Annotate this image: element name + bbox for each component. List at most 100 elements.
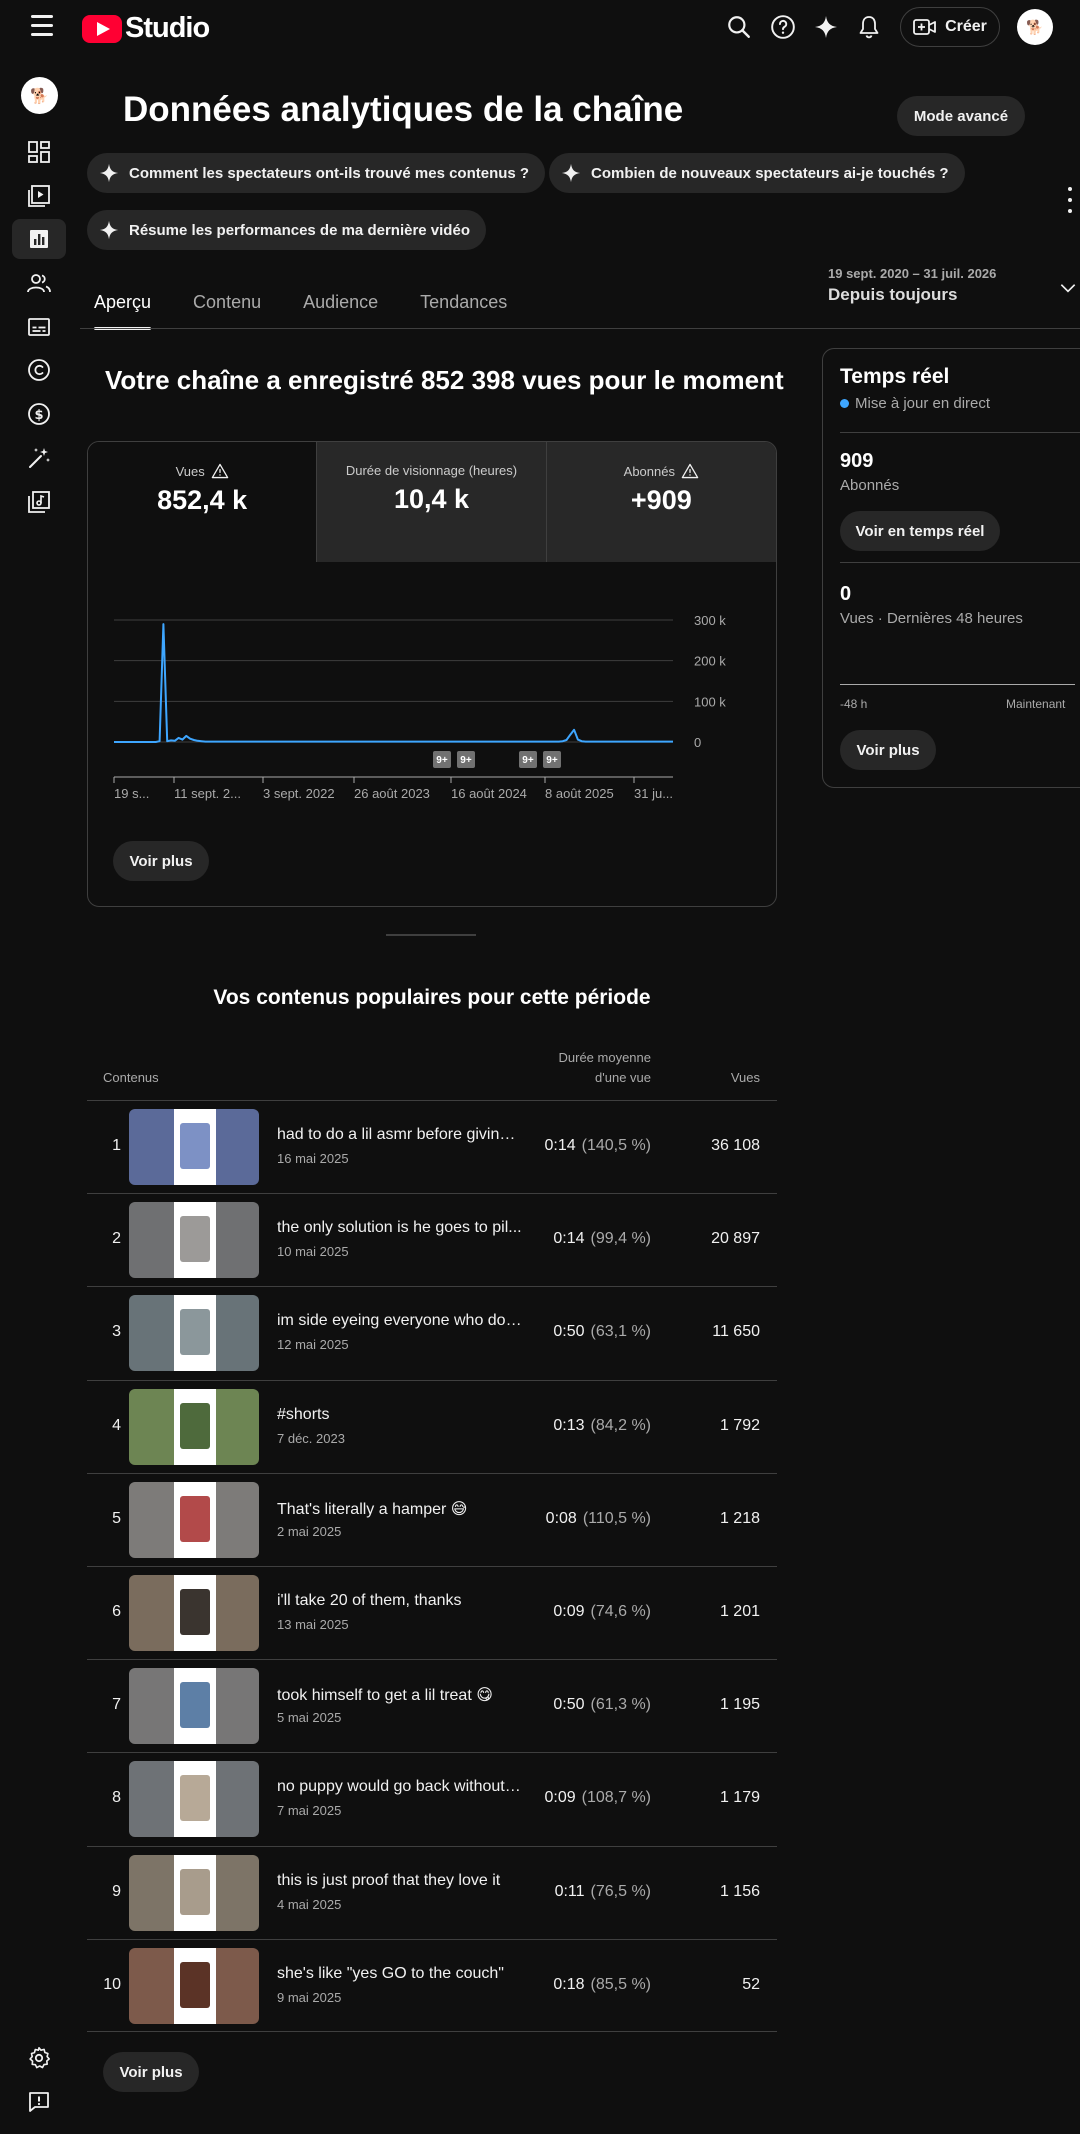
sparkle-icon[interactable] [810,11,842,43]
row-rank: 6 [112,1602,121,1620]
community-icon[interactable] [12,263,66,303]
video-thumbnail[interactable] [129,1947,259,2024]
suggestion-chip[interactable]: Résume les performances de ma dernière v… [87,210,486,250]
row-rank: 1 [112,1137,121,1154]
earn-icon[interactable]: $ [12,394,66,434]
live-label: Mise à jour en direct [855,395,991,412]
video-thumbnail[interactable] [129,1295,259,1372]
tab-audience[interactable]: Audience [297,284,384,330]
annotation-label: 9+ [460,755,472,766]
video-title[interactable]: no puppy would go back without ... [277,1778,522,1796]
help-icon[interactable] [767,11,799,43]
avg-view-duration: 0:14 (99,4 %) [527,1230,651,1248]
video-title[interactable]: this is just proof that they love it [277,1872,522,1890]
video-title[interactable]: That's literally a hamper 😅 [277,1499,522,1519]
realtime-view-button[interactable]: Voir en temps réel [840,511,1000,551]
tab-overview[interactable]: Aperçu [88,284,157,330]
thumbnail-frame [174,1574,216,1651]
video-views: 1 218 [719,1509,760,1527]
video-date: 13 mai 2025 [277,1616,349,1632]
dashboard-icon[interactable] [12,132,66,172]
metric-label-row: Abonnés [624,463,699,479]
video-date: 10 mai 2025 [277,1244,349,1260]
row-rank: 4 [112,1416,121,1434]
table-row[interactable]: 1 had to do a lil asmr before giving ... 1… [87,1100,777,1193]
thumbnail-image [180,1682,210,1729]
customization-icon[interactable] [12,438,66,478]
video-date: 9 mai 2025 [277,1989,342,2005]
col-content: Contenus [103,1070,159,1085]
sparkle-icon [99,163,119,183]
video-thumbnail[interactable] [129,1668,259,1745]
table-row[interactable]: 8 no puppy would go back without ... 7 mai… [87,1752,777,1845]
video-title[interactable]: took himself to get a lil treat 😋 [277,1685,522,1705]
metric-label: Durée de visionnage (heures) [345,463,518,478]
duration-percent: (85,5 %) [590,1975,651,1993]
video-title[interactable]: had to do a lil asmr before giving ... [277,1126,522,1144]
more-options-icon[interactable] [1063,187,1077,213]
avg-view-duration: 0:13 (84,2 %) [527,1417,651,1435]
channel-avatar[interactable]: 🐕 [21,77,58,114]
tab-content[interactable]: Contenu [187,284,267,330]
advanced-mode-button[interactable]: Mode avancé [897,96,1025,136]
suggestion-chip[interactable]: Combien de nouveaux spectateurs ai-je to… [549,153,965,193]
video-title[interactable]: im side eyeing everyone who doe... [277,1312,522,1330]
table-row[interactable]: 7 took himself to get a lil treat 😋 5 mai … [87,1659,777,1752]
analytics-icon[interactable] [12,219,66,259]
notifications-icon[interactable] [853,11,885,43]
divider [840,562,1080,563]
table-row[interactable]: 3 im side eyeing everyone who doe... 12 ma… [87,1286,777,1379]
metric-views[interactable]: Vues 852,4 k [88,442,318,562]
video-title[interactable]: the only solution is he goes to pil... [277,1219,522,1237]
video-thumbnail[interactable] [129,1574,259,1651]
avg-view-duration: 0:09 (108,7 %) [527,1789,651,1807]
account-avatar[interactable]: 🐕 [1017,9,1053,45]
table-row[interactable]: 2 the only solution is he goes to pil... 1… [87,1193,777,1286]
content-icon[interactable] [12,176,66,216]
table-row[interactable]: 9 this is just proof that they love it 4 m… [87,1845,777,1939]
analytics-tabs: Aperçu Contenu Audience Tendances [88,284,543,330]
suggestion-label: Comment les spectateurs ont-ils trouvé m… [129,164,530,182]
thumbnail-frame [174,1947,216,2024]
video-views: 52 [742,1975,760,1993]
create-video-icon [913,19,936,35]
audio-library-icon[interactable] [12,482,66,522]
realtime-axis [840,684,1075,685]
video-thumbnail[interactable] [129,1202,259,1279]
feedback-icon[interactable] [12,2082,66,2122]
video-thumbnail[interactable] [129,1109,259,1185]
search-icon[interactable] [723,11,755,43]
video-thumbnail[interactable] [129,1388,259,1465]
video-title[interactable]: i'll take 20 of them, thanks [277,1592,522,1610]
realtime-see-more-button[interactable]: Voir plus [840,730,936,770]
top-content-see-more-button[interactable]: Voir plus [103,2052,199,2092]
y-tick-label: 100 k [694,694,726,709]
video-title[interactable]: #shorts [277,1406,522,1424]
settings-icon[interactable] [12,2038,66,2078]
video-thumbnail[interactable] [129,1761,259,1838]
date-range-picker[interactable]: 19 sept. 2020 – 31 juil. 2026 Depuis tou… [828,266,1078,314]
subtitles-icon[interactable] [12,307,66,347]
row-rank: 3 [112,1323,121,1341]
video-thumbnail[interactable] [129,1481,259,1558]
table-row[interactable]: 5 That's literally a hamper 😅 2 mai 2025 0:… [87,1472,777,1566]
studio-logo[interactable]: Studio [82,12,210,45]
table-row[interactable]: 6 i'll take 20 of them, thanks 13 mai 2025… [87,1565,777,1659]
tab-trends[interactable]: Tendances [414,284,513,330]
top-content-title: Vos contenus populaires pour cette pério… [213,986,651,1009]
video-thumbnail[interactable] [129,1854,259,1931]
table-row[interactable]: 10 she's like "yes GO to the couch" 9 mai … [87,1938,777,2032]
video-title[interactable]: she's like "yes GO to the couch" [277,1965,522,1983]
avg-view-duration: 0:09 (74,6 %) [527,1603,651,1621]
avg-view-duration: 0:50 (63,1 %) [527,1323,651,1341]
create-button[interactable]: Créer [900,7,1000,47]
see-more-button[interactable]: Voir plus [113,841,209,881]
suggestion-chip[interactable]: Comment les spectateurs ont-ils trouvé m… [87,153,546,193]
menu-icon[interactable] [26,15,58,39]
metric-subscribers[interactable]: Abonnés +909 [546,442,776,562]
top-content-table: 1 had to do a lil asmr before giving ... 1… [87,1100,777,2032]
table-row[interactable]: 4 #shorts 7 déc. 2023 0:13 (84,2 %) 1 792 [87,1379,777,1473]
metric-watch-time[interactable]: Durée de visionnage (heures) 10,4 k [317,442,547,562]
copyright-icon[interactable] [12,350,66,390]
duration-value: 0:50 [553,1323,585,1341]
